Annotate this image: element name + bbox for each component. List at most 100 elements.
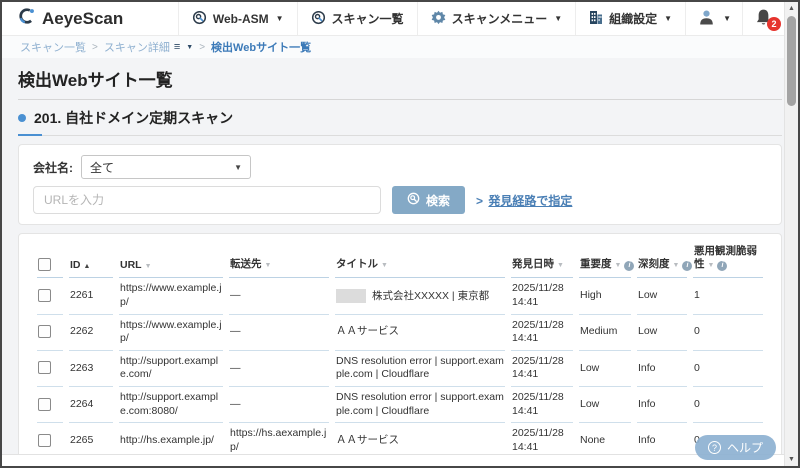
- route-filter-link-label: 発見経路で指定: [488, 194, 572, 208]
- column-label: 転送先: [230, 258, 262, 270]
- section-title: 201. 自社ドメイン定期スキャン: [34, 108, 233, 128]
- filter-caret-icon[interactable]: ▼: [615, 262, 622, 269]
- cell-exploited-count: 1: [693, 278, 763, 314]
- column-label: タイトル: [336, 258, 378, 270]
- row-checkbox[interactable]: [38, 325, 51, 338]
- select-all-checkbox[interactable]: [38, 258, 51, 271]
- row-checkbox[interactable]: [38, 361, 51, 374]
- cell-title: DNS resolution error | support.example.c…: [335, 387, 505, 423]
- breadcrumb-separator: >: [199, 42, 205, 53]
- cell-title: 株式会社XXXXX | 東京都: [335, 278, 505, 314]
- info-icon[interactable]: i: [624, 261, 634, 271]
- sort-asc-icon[interactable]: ▲: [84, 263, 91, 270]
- filter-caret-icon[interactable]: ▼: [381, 262, 388, 269]
- breadcrumb-scan-detail[interactable]: スキャン詳細: [104, 39, 170, 55]
- table-header-row: ID▲URL▼転送先▼タイトル▼発見日時▼重要度▼i深刻度▼i悪用観測脆弱性▼i: [37, 236, 763, 278]
- chevron-down-icon: ▼: [664, 14, 672, 23]
- cell-id: 2265: [69, 423, 113, 454]
- cell-id: 2264: [69, 387, 113, 423]
- column-header-4[interactable]: 発見日時▼: [511, 236, 573, 278]
- filter-caret-icon[interactable]: ▼: [708, 262, 715, 269]
- column-header-0[interactable]: ID▲: [69, 236, 113, 278]
- detected-sites-table: ID▲URL▼転送先▼タイトル▼発見日時▼重要度▼i深刻度▼i悪用観測脆弱性▼i…: [31, 236, 769, 454]
- section-header: 201. 自社ドメイン定期スキャン: [18, 108, 782, 136]
- main-nav: Web-ASM ▼ スキャン一覧 スキャンメニュー ▼ 組織設: [178, 2, 784, 35]
- nav-notifications[interactable]: 2: [742, 2, 784, 35]
- filter-caret-icon[interactable]: ▼: [557, 262, 564, 269]
- nav-web-asm[interactable]: Web-ASM ▼: [178, 2, 297, 35]
- aeyescan-logo-icon: [18, 7, 36, 30]
- route-filter-link[interactable]: > 発見経路で指定: [476, 192, 572, 209]
- breadcrumb-current[interactable]: 検出Webサイト一覧: [211, 39, 311, 55]
- nav-label: Web-ASM: [213, 12, 269, 26]
- search-panel: 会社名: 全て ▼ 検索 > 発見経路で指定: [18, 144, 782, 225]
- info-icon[interactable]: i: [682, 261, 692, 271]
- column-label: 発見日時: [512, 258, 554, 270]
- cell-url: http://hs.example.jp/: [119, 423, 223, 454]
- nav-user-menu[interactable]: ▼: [685, 2, 742, 35]
- scroll-down-arrow[interactable]: ▼: [785, 456, 798, 463]
- search-button-label: 検索: [426, 192, 450, 209]
- cell-importance: Medium: [579, 315, 631, 351]
- cell-importance: Low: [579, 351, 631, 387]
- column-header-7[interactable]: 悪用観測脆弱性▼i: [693, 236, 763, 278]
- scrollbar[interactable]: ▲ ▼: [784, 2, 798, 466]
- row-checkbox[interactable]: [38, 434, 51, 447]
- cell-severity: Low: [637, 315, 687, 351]
- cell-title: ＡＡサービス: [335, 423, 505, 454]
- breadcrumb: スキャン一覧 > スキャン詳細 ≡ ▼ > 検出Webサイト一覧: [2, 36, 798, 58]
- gear-icon: [431, 10, 446, 28]
- help-button[interactable]: ? ヘルプ: [695, 435, 776, 460]
- column-label: 深刻度: [638, 258, 670, 270]
- cell-url: https://www.example.jp/: [119, 315, 223, 351]
- column-header-2[interactable]: 転送先▼: [229, 236, 329, 278]
- cell-id: 2263: [69, 351, 113, 387]
- breadcrumb-scan-list[interactable]: スキャン一覧: [20, 39, 86, 55]
- viewport-bottom-strip: [2, 454, 784, 466]
- column-header-6[interactable]: 深刻度▼i: [637, 236, 687, 278]
- breadcrumb-separator: >: [92, 42, 98, 53]
- scrollbar-thumb[interactable]: [787, 16, 796, 106]
- question-circle-icon: ?: [708, 441, 721, 454]
- filter-caret-icon[interactable]: ▼: [265, 262, 272, 269]
- cell-exploited-count: 0: [693, 351, 763, 387]
- cell-id: 2261: [69, 278, 113, 314]
- company-select[interactable]: 全て ▼: [81, 155, 251, 179]
- nav-scan-menu[interactable]: スキャンメニュー ▼: [417, 2, 576, 35]
- company-select-label: 会社名:: [33, 159, 73, 176]
- help-button-label: ヘルプ: [727, 439, 763, 456]
- cell-redirect: https://hs.aexample.jp/: [229, 423, 329, 454]
- url-search-input[interactable]: [33, 186, 381, 214]
- cell-importance: Low: [579, 387, 631, 423]
- chevron-down-icon: ▼: [554, 14, 562, 23]
- app-header: AeyeScan Web-ASM ▼ スキャン一覧 スキャンメニュー: [2, 2, 798, 36]
- column-header-1[interactable]: URL▼: [119, 236, 223, 278]
- row-checkbox[interactable]: [38, 289, 51, 302]
- scroll-up-arrow[interactable]: ▲: [785, 5, 798, 12]
- column-header-3[interactable]: タイトル▼: [335, 236, 505, 278]
- table-row: 2262https://www.example.jp/—ＡＡサービス2025/1…: [37, 315, 763, 351]
- app-logo-text: AeyeScan: [42, 9, 123, 29]
- column-label: ID: [70, 259, 81, 271]
- cell-redirect: —: [229, 387, 329, 423]
- chevron-down-icon[interactable]: ▼: [186, 44, 193, 51]
- filter-caret-icon[interactable]: ▼: [145, 263, 152, 270]
- cell-discovered: 2025/11/28 14:41: [511, 387, 573, 423]
- search-button[interactable]: 検索: [392, 186, 465, 214]
- info-icon[interactable]: i: [717, 261, 727, 271]
- browser-window: AeyeScan Web-ASM ▼ スキャン一覧 スキャンメニュー: [0, 0, 800, 468]
- row-checkbox[interactable]: [38, 398, 51, 411]
- nav-label: 組織設定: [609, 10, 657, 27]
- cell-severity: Low: [637, 278, 687, 314]
- filter-caret-icon[interactable]: ▼: [673, 262, 680, 269]
- column-label: URL: [120, 259, 142, 271]
- user-icon: [697, 9, 716, 28]
- list-icon[interactable]: ≡: [174, 41, 180, 53]
- chevron-down-icon: ▼: [234, 163, 242, 172]
- cell-title: DNS resolution error | support.example.c…: [335, 351, 505, 387]
- app-logo[interactable]: AeyeScan: [18, 2, 123, 35]
- nav-org-settings[interactable]: 組織設定 ▼: [575, 2, 685, 35]
- scan-search-icon: [192, 10, 207, 28]
- column-header-5[interactable]: 重要度▼i: [579, 236, 631, 278]
- nav-scan-list[interactable]: スキャン一覧: [297, 2, 417, 35]
